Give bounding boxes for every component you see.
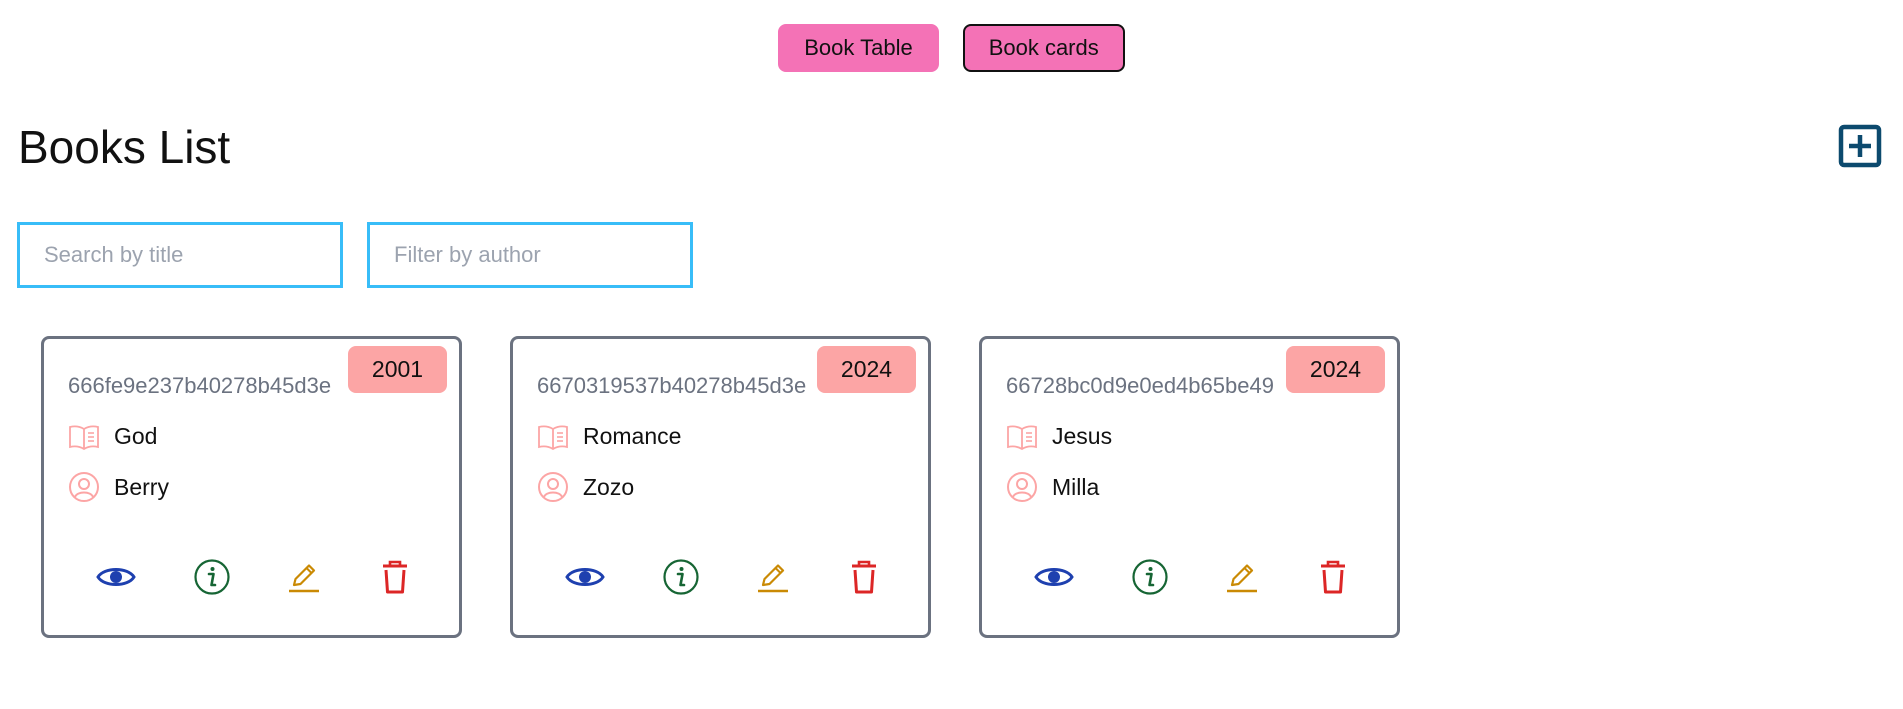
book-title-row: Romance bbox=[537, 423, 681, 450]
edit-book-button[interactable] bbox=[753, 557, 793, 597]
book-info-button[interactable] bbox=[661, 557, 701, 597]
year-badge: 2024 bbox=[817, 346, 916, 393]
book-table-button[interactable]: Book Table bbox=[778, 24, 939, 72]
search-title-input[interactable] bbox=[17, 222, 343, 288]
book-title: Romance bbox=[583, 423, 682, 449]
book-info-button[interactable] bbox=[192, 557, 232, 597]
edit-book-button[interactable] bbox=[1222, 557, 1262, 597]
book-title: God bbox=[114, 423, 158, 449]
book-title-row: God bbox=[68, 423, 157, 450]
year-badge: 2024 bbox=[1286, 346, 1385, 393]
card-actions bbox=[982, 557, 1397, 597]
view-toggle-bar: Book Table Book cards bbox=[0, 24, 1903, 72]
book-author-row: Zozo bbox=[537, 471, 634, 503]
book-author: Zozo bbox=[583, 473, 635, 500]
filter-author-input[interactable] bbox=[367, 222, 693, 288]
card-actions bbox=[44, 557, 459, 597]
page-title: Books List bbox=[18, 121, 231, 173]
add-book-button[interactable] bbox=[1838, 124, 1882, 168]
delete-book-button[interactable] bbox=[375, 557, 415, 597]
info-circle-icon bbox=[194, 559, 230, 595]
book-id: 66728bc0d9e0ed4b65be49 bbox=[1006, 373, 1274, 398]
book-author: Milla bbox=[1052, 473, 1100, 500]
info-circle-icon bbox=[663, 559, 699, 595]
eye-icon bbox=[96, 568, 136, 586]
info-circle-icon bbox=[1132, 559, 1168, 595]
trash-icon bbox=[852, 560, 876, 594]
book-cards-list: 666fe9e237b40278b45d3e 2001 God Berry 66… bbox=[41, 336, 1400, 638]
book-title: Jesus bbox=[1052, 423, 1113, 449]
book-author: Berry bbox=[114, 473, 169, 500]
card-actions bbox=[513, 557, 928, 597]
eye-icon bbox=[565, 568, 605, 586]
view-book-button[interactable] bbox=[565, 557, 605, 597]
view-book-button[interactable] bbox=[1034, 557, 1074, 597]
eye-icon bbox=[1034, 568, 1074, 586]
pencil-icon bbox=[1227, 564, 1257, 593]
square-plus-icon bbox=[1838, 124, 1882, 168]
pencil-icon bbox=[289, 564, 319, 593]
filter-bar bbox=[17, 222, 693, 288]
book-card: 666fe9e237b40278b45d3e 2001 God Berry bbox=[41, 336, 462, 638]
book-author-row: Berry bbox=[68, 471, 169, 503]
open-book-icon bbox=[538, 425, 568, 450]
year-badge: 2001 bbox=[348, 346, 447, 393]
delete-book-button[interactable] bbox=[844, 557, 884, 597]
book-title-row: Jesus bbox=[1006, 423, 1112, 450]
pencil-icon bbox=[758, 564, 788, 593]
edit-book-button[interactable] bbox=[284, 557, 324, 597]
book-id: 666fe9e237b40278b45d3e bbox=[68, 373, 332, 398]
view-book-button[interactable] bbox=[96, 557, 136, 597]
user-circle-icon bbox=[538, 472, 568, 502]
book-author-row: Milla bbox=[1006, 471, 1099, 503]
trash-icon bbox=[1321, 560, 1345, 594]
trash-icon bbox=[383, 560, 407, 594]
open-book-icon bbox=[69, 425, 99, 450]
book-card: 6670319537b40278b45d3e 2024 Romance Zozo bbox=[510, 336, 931, 638]
user-circle-icon bbox=[69, 472, 99, 502]
delete-book-button[interactable] bbox=[1313, 557, 1353, 597]
open-book-icon bbox=[1007, 425, 1037, 450]
user-circle-icon bbox=[1007, 472, 1037, 502]
book-info-button[interactable] bbox=[1130, 557, 1170, 597]
book-card: 66728bc0d9e0ed4b65be49 2024 Jesus Milla bbox=[979, 336, 1400, 638]
book-id: 6670319537b40278b45d3e bbox=[537, 373, 807, 398]
book-cards-button[interactable]: Book cards bbox=[962, 24, 1125, 72]
